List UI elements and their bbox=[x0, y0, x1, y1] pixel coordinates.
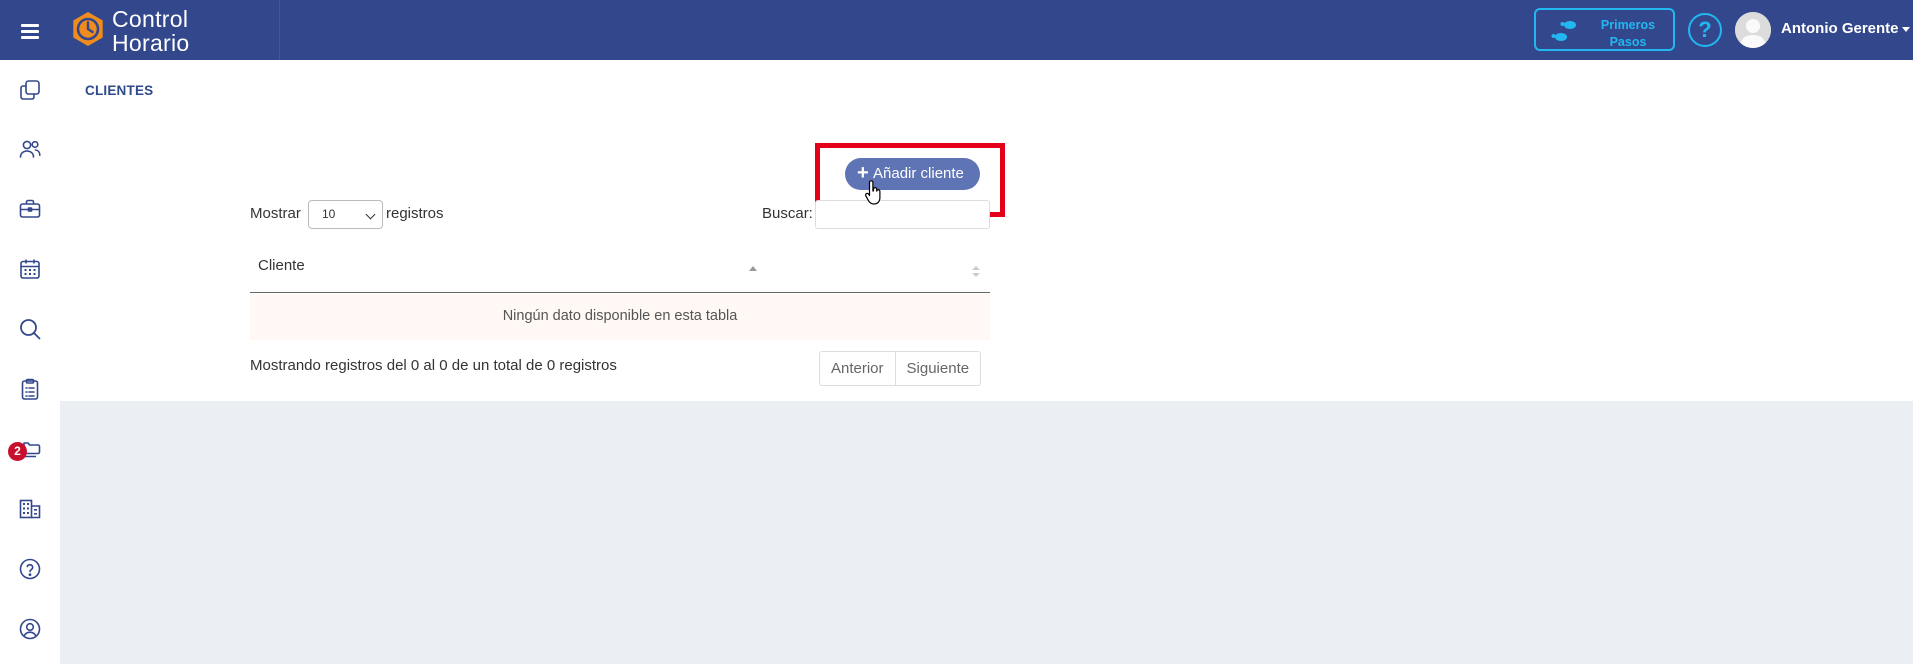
caret-down-icon bbox=[1902, 27, 1910, 32]
primeros-pasos-label: Primeros Pasos bbox=[1600, 18, 1656, 49]
table-header bbox=[250, 245, 990, 293]
user-name: Antonio Gerente bbox=[1781, 20, 1899, 37]
pagination: Anterior Siguiente bbox=[819, 351, 982, 386]
help-icon bbox=[19, 558, 41, 580]
page-length-select[interactable]: 10 bbox=[308, 200, 383, 229]
table-info: Mostrando registros del 0 al 0 de un tot… bbox=[250, 357, 617, 374]
search-input[interactable] bbox=[815, 200, 990, 229]
sidebar-item-users[interactable] bbox=[10, 129, 50, 169]
user-menu[interactable]: Antonio Gerente bbox=[1735, 12, 1910, 48]
sidebar-item-search[interactable] bbox=[10, 309, 50, 349]
brand-logo[interactable]: Control Horario bbox=[60, 0, 280, 60]
empty-table-message: Ningún dato disponible en esta tabla bbox=[502, 308, 738, 324]
building-icon bbox=[19, 499, 41, 519]
primeros-pasos-button[interactable]: Primeros Pasos bbox=[1534, 8, 1675, 51]
records-label: registros bbox=[386, 205, 444, 222]
clipboard-icon bbox=[21, 378, 39, 400]
account-icon bbox=[19, 618, 41, 640]
show-label: Mostrar bbox=[250, 205, 301, 222]
notification-badge: 2 bbox=[8, 442, 27, 461]
sidebar-item-account[interactable] bbox=[10, 609, 50, 649]
footsteps-icon bbox=[1551, 21, 1576, 41]
clock-logo-icon bbox=[73, 12, 103, 46]
copy-icon bbox=[20, 80, 40, 100]
sidebar-item-calendar[interactable] bbox=[10, 249, 50, 289]
chevron-down-icon bbox=[365, 209, 376, 220]
calendar-icon bbox=[20, 259, 40, 279]
top-navbar: Control Horario Primeros Pasos ? Antonio… bbox=[0, 0, 1913, 60]
sort-icon[interactable] bbox=[972, 266, 980, 278]
briefcase-icon bbox=[19, 199, 41, 218]
sidebar-item-help[interactable] bbox=[10, 549, 50, 589]
sidebar-item-companies[interactable] bbox=[10, 489, 50, 529]
brand-name: Control Horario bbox=[112, 6, 190, 56]
sidebar-item-projects[interactable] bbox=[10, 189, 50, 229]
help-circle-icon[interactable]: ? bbox=[1688, 13, 1722, 47]
column-header-cliente[interactable]: Cliente bbox=[258, 257, 305, 274]
next-page-button[interactable]: Siguiente bbox=[894, 352, 981, 385]
search-icon bbox=[20, 319, 41, 340]
content-panel bbox=[60, 60, 1913, 401]
avatar bbox=[1735, 12, 1771, 48]
user-silhouette-icon bbox=[1735, 12, 1771, 48]
page-title: CLIENTES bbox=[85, 83, 154, 98]
sidebar-item-tasks[interactable] bbox=[10, 369, 50, 409]
sort-ascending-icon bbox=[749, 266, 757, 271]
table-row: Ningún dato disponible en esta tabla bbox=[250, 294, 990, 340]
menu-toggle-icon[interactable] bbox=[14, 14, 46, 46]
search-label: Buscar: bbox=[762, 205, 813, 222]
previous-page-button[interactable]: Anterior bbox=[820, 352, 895, 385]
sidebar-item-copy[interactable] bbox=[10, 70, 50, 110]
sidebar bbox=[0, 60, 60, 664]
hand-cursor-icon bbox=[865, 180, 881, 205]
users-icon bbox=[19, 140, 41, 158]
